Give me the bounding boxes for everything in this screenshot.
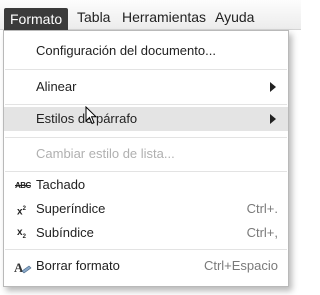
menu-separator <box>5 249 287 250</box>
menu-formato[interactable]: Formato <box>4 8 69 30</box>
menu-item-change-list-style: Cambiar estilo de lista... <box>4 142 288 166</box>
menu-herramientas[interactable]: Herramientas <box>116 6 212 28</box>
strikethrough-label: Tachado <box>36 177 86 192</box>
menu-item-document-settings[interactable]: Configuración del documento... <box>4 39 288 63</box>
menu-separator <box>5 104 287 105</box>
menu-item-subscript[interactable]: x2 Subíndice Ctrl+, <box>4 221 288 245</box>
menu-ayuda[interactable]: Ayuda <box>209 6 260 28</box>
clear-format-label: Borrar formato <box>36 258 120 273</box>
menu-item-strikethrough[interactable]: ABC Tachado <box>4 173 288 197</box>
menu-bar: Formato Tabla Herramientas Ayuda <box>0 0 301 30</box>
submenu-arrow-icon <box>270 114 276 124</box>
superscript-label: Superíndice <box>36 201 106 216</box>
align-label: Alinear <box>36 79 77 94</box>
menu-item-paragraph-styles[interactable]: Estilos de párrafo <box>4 107 288 131</box>
svg-text:A: A <box>14 261 24 275</box>
change-list-style-label: Cambiar estilo de lista... <box>36 146 175 161</box>
menu-item-align[interactable]: Alinear <box>4 75 288 99</box>
menu-item-clear-format[interactable]: A Borrar formato Ctrl+Espacio <box>4 254 288 278</box>
menu-separator <box>5 69 287 70</box>
menu-item-superscript[interactable]: x2 Superíndice Ctrl+. <box>4 197 288 221</box>
formato-dropdown-menu: Configuración del documento... Alinear E… <box>3 30 289 287</box>
menu-separator <box>5 137 287 138</box>
menu-tabla[interactable]: Tabla <box>71 6 116 28</box>
mouse-pointer-icon <box>85 105 98 128</box>
subscript-label: Subíndice <box>36 225 94 240</box>
document-settings-label: Configuración del documento... <box>36 43 216 58</box>
clear-format-shortcut: Ctrl+Espacio <box>203 258 278 273</box>
clear-format-icon: A <box>14 259 32 275</box>
submenu-arrow-icon <box>270 82 276 92</box>
subscript-icon: x2 <box>17 227 26 240</box>
strikethrough-icon: ABC <box>15 181 31 190</box>
superscript-shortcut: Ctrl+. <box>246 201 278 216</box>
subscript-shortcut: Ctrl+, <box>246 225 278 240</box>
menu-separator <box>5 171 287 172</box>
